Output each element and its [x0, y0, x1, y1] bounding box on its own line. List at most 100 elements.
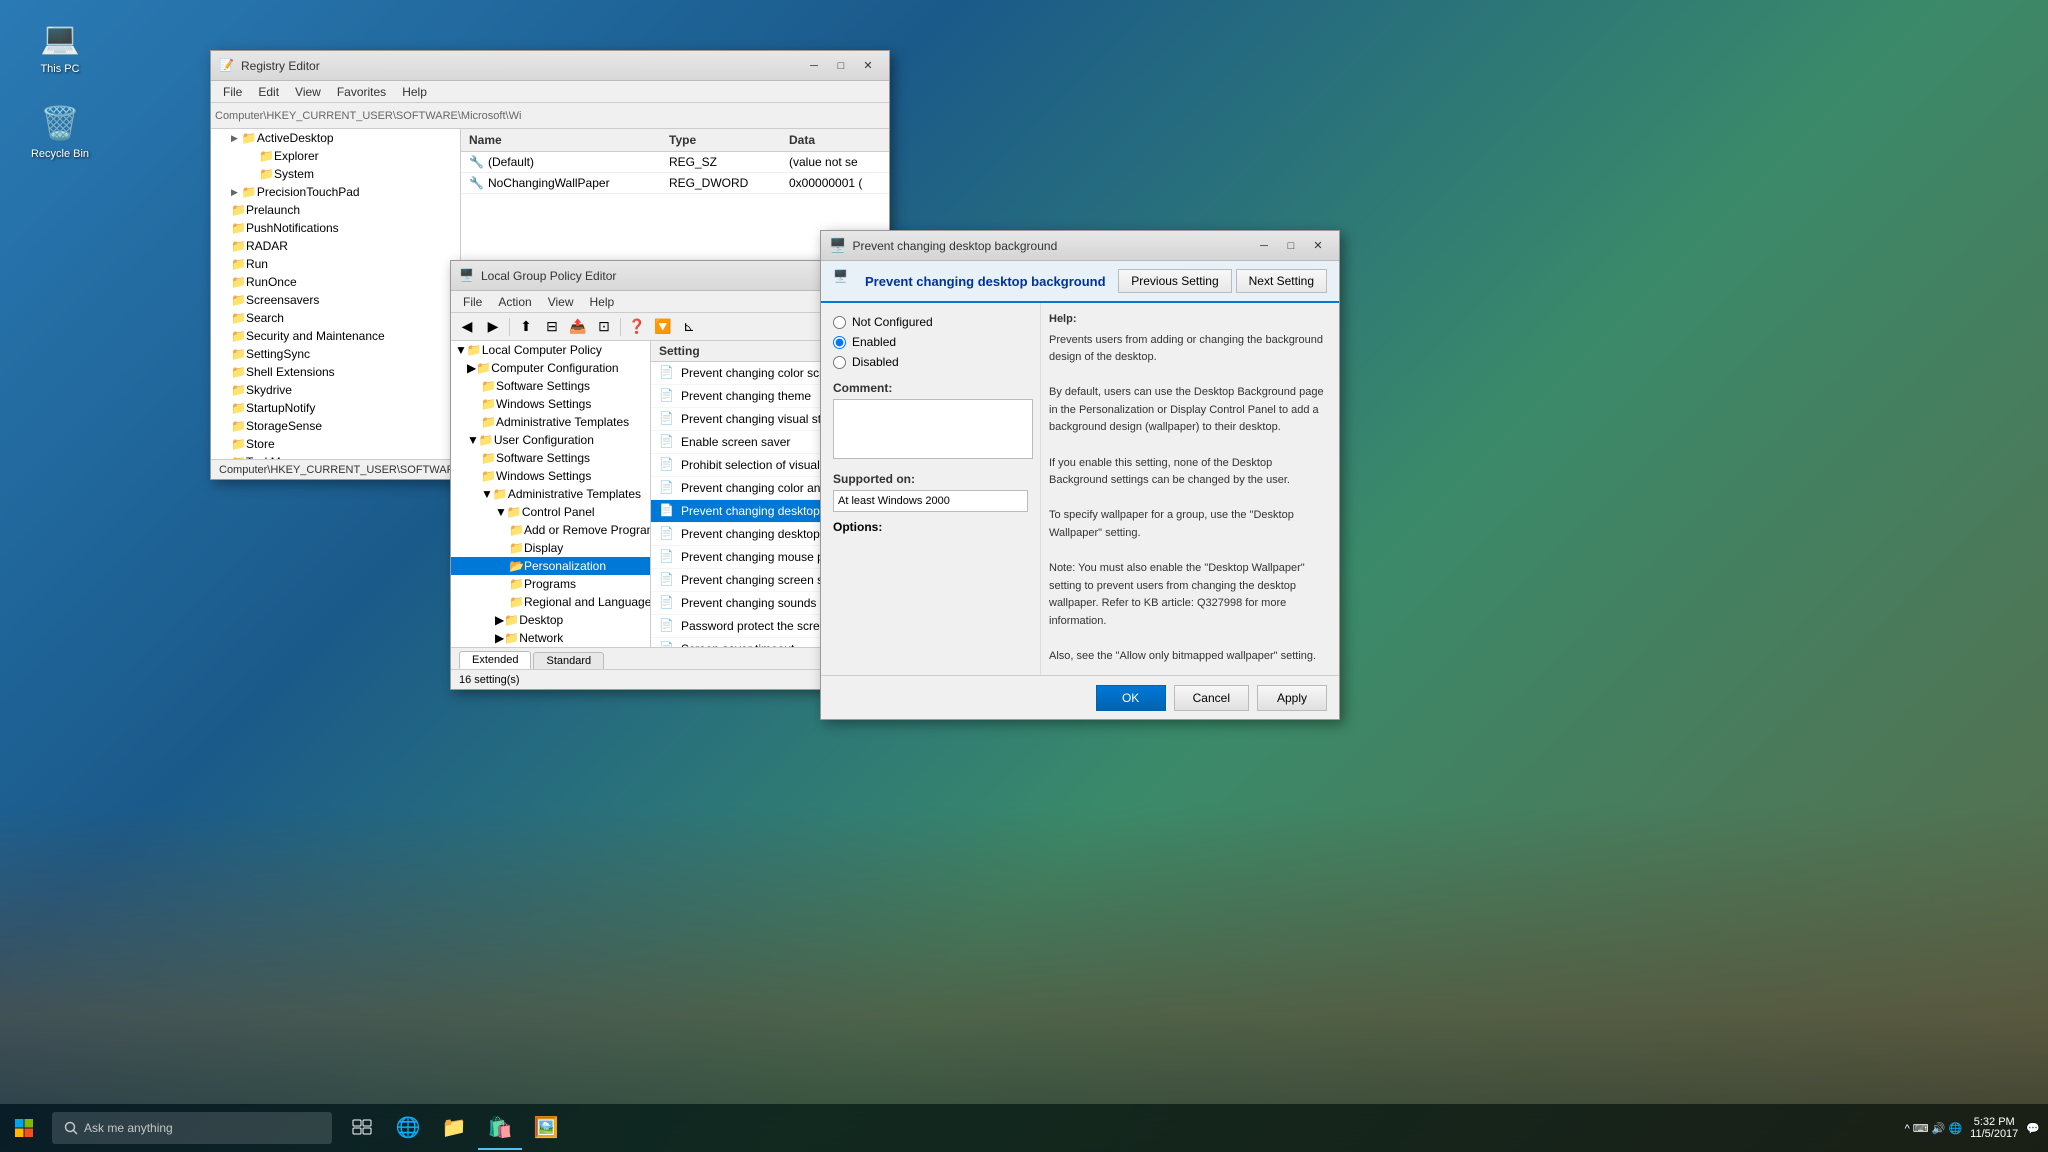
gpe-toolbar-up[interactable]: ⬆: [514, 316, 538, 338]
registry-menu-file[interactable]: File: [215, 83, 250, 101]
registry-menu-help[interactable]: Help: [394, 83, 435, 101]
policy-ok-button[interactable]: OK: [1096, 685, 1166, 711]
gpe-menu-action[interactable]: Action: [490, 293, 539, 311]
reg-tree-item-activedesktop[interactable]: ▶📁 ActiveDesktop: [211, 129, 460, 147]
policy-radio-notconfigured[interactable]: Not Configured: [833, 315, 1028, 329]
gpe-tree-user-admin-templates[interactable]: ▼ 📁 Administrative Templates: [451, 485, 650, 503]
policy-radio-enabled-input[interactable]: [833, 336, 846, 349]
gpe-tree-regional[interactable]: 📁 Regional and Language: [451, 593, 650, 611]
gpe-tree-local-policy[interactable]: ▼ 📁 Local Computer Policy: [451, 341, 650, 359]
policy-dialog-maximize[interactable]: □: [1278, 236, 1304, 256]
policy-radio-notconfigured-input[interactable]: [833, 316, 846, 329]
registry-menu-edit[interactable]: Edit: [250, 83, 287, 101]
policy-comment-input[interactable]: [833, 399, 1033, 459]
reg-tree-item-settingsync[interactable]: 📁 SettingSync: [211, 345, 460, 363]
reg-tree-item-shellextensions[interactable]: 📁 Shell Extensions: [211, 363, 460, 381]
registry-editor-minimize[interactable]: ─: [801, 56, 827, 76]
gpe-toolbar-show-hide[interactable]: ⊟: [540, 316, 564, 338]
desktop-icon-recycle-bin[interactable]: 🗑️ Recycle Bin: [20, 100, 100, 164]
gpe-tree-personalization[interactable]: 📂 Personalization: [451, 557, 650, 575]
taskbar-app-photos[interactable]: 🖼️: [524, 1106, 568, 1150]
taskbar-right: ^ ⌨ 🔊 🌐 5:32 PM 11/5/2017 💬: [1905, 1116, 2048, 1140]
reg-tree-item-precisiontouchpad[interactable]: ▶📁 PrecisionTouchPad: [211, 183, 460, 201]
gpe-setting-icon-7: 📄: [659, 503, 675, 519]
taskbar-start-button[interactable]: [0, 1104, 48, 1152]
policy-apply-button[interactable]: Apply: [1257, 685, 1327, 711]
registry-editor-maximize[interactable]: □: [828, 56, 854, 76]
reg-tree-item-prelaunch[interactable]: 📁 Prelaunch: [211, 201, 460, 219]
taskbar-app-explorer[interactable]: 📁: [432, 1106, 476, 1150]
policy-dialog-nav: Previous Setting Next Setting: [1118, 269, 1327, 293]
gpe-tree-desktop[interactable]: ▶ 📁 Desktop: [451, 611, 650, 629]
policy-radio-enabled[interactable]: Enabled: [833, 335, 1028, 349]
gpe-tab-standard[interactable]: Standard: [533, 652, 604, 669]
gpe-tree-win-settings[interactable]: 📁 Windows Settings: [451, 395, 650, 413]
gpe-tab-extended[interactable]: Extended: [459, 651, 531, 669]
gpe-tree-admin-templates-1[interactable]: 📁 Administrative Templates: [451, 413, 650, 431]
gpe-tree-display[interactable]: 📁 Display: [451, 539, 650, 557]
taskbar-search-bar[interactable]: Ask me anything: [52, 1112, 332, 1144]
policy-supported-label: Supported on:: [833, 472, 1028, 486]
reg-tree-item-storagesense[interactable]: 📁 StorageSense: [211, 417, 460, 435]
taskbar: Ask me anything 🌐 📁 🛍️ 🖼️: [0, 1104, 2048, 1152]
registry-menu-view[interactable]: View: [287, 83, 329, 101]
reg-tree-item-security[interactable]: 📁 Security and Maintenance: [211, 327, 460, 345]
gpe-tree-computer-config[interactable]: ▶ 📁 Computer Configuration: [451, 359, 650, 377]
gpe-tree[interactable]: ▼ 📁 Local Computer Policy ▶ 📁 Computer C…: [451, 341, 651, 647]
registry-tree[interactable]: ▶📁 ActiveDesktop 📁 Explorer 📁 System ▶📁 …: [211, 129, 461, 459]
gpe-setting-label-4: Enable screen saver: [681, 435, 790, 449]
policy-dialog-close[interactable]: ✕: [1305, 236, 1331, 256]
gpe-setting-icon-12: 📄: [659, 618, 675, 634]
gpe-toolbar-filter[interactable]: 🔽: [651, 316, 675, 338]
policy-dialog-titlebar[interactable]: 🖥️ Prevent changing desktop background ─…: [821, 231, 1339, 261]
reg-tree-item-system[interactable]: 📁 System: [211, 165, 460, 183]
policy-comment-label: Comment:: [833, 381, 1028, 395]
reg-tree-item-runonce[interactable]: 📁 RunOnce: [211, 273, 460, 291]
gpe-toolbar-filter2[interactable]: ⊾: [677, 316, 701, 338]
gpe-menu-file[interactable]: File: [455, 293, 490, 311]
gpe-tree-user-config[interactable]: ▼ 📁 User Configuration: [451, 431, 650, 449]
gpe-menu-view[interactable]: View: [540, 293, 582, 311]
gpe-tree-network[interactable]: ▶ 📁 Network: [451, 629, 650, 647]
gpe-tree-add-remove[interactable]: 📁 Add or Remove Programs: [451, 521, 650, 539]
registry-col-name: Name: [461, 131, 661, 149]
registry-menu-favorites[interactable]: Favorites: [329, 83, 394, 101]
reg-tree-item-run[interactable]: 📁 Run: [211, 255, 460, 273]
gpe-toolbar-back[interactable]: ◀: [455, 316, 479, 338]
gpe-tree-programs[interactable]: 📁 Programs: [451, 575, 650, 593]
registry-value-default[interactable]: 🔧(Default) REG_SZ (value not se: [461, 152, 889, 173]
reg-tree-item-skydrive[interactable]: 📁 Skydrive: [211, 381, 460, 399]
gpe-tree-control-panel[interactable]: ▼ 📁 Control Panel: [451, 503, 650, 521]
policy-radio-disabled-input[interactable]: [833, 356, 846, 369]
gpe-toolbar-forward[interactable]: ▶: [481, 316, 505, 338]
reg-tree-item-store[interactable]: 📁 Store: [211, 435, 460, 453]
taskbar-app-edge[interactable]: 🌐: [386, 1106, 430, 1150]
registry-editor-close[interactable]: ✕: [855, 56, 881, 76]
gpe-toolbar-export[interactable]: 📤: [566, 316, 590, 338]
policy-radio-disabled[interactable]: Disabled: [833, 355, 1028, 369]
gpe-setting-icon-9: 📄: [659, 549, 675, 565]
desktop-icon-this-pc[interactable]: 💻 This PC: [20, 15, 100, 79]
gpe-tree-user-sw-settings[interactable]: 📁 Software Settings: [451, 449, 650, 467]
reg-tree-item-explorer[interactable]: 📁 Explorer: [211, 147, 460, 165]
reg-tree-item-pushnotifications[interactable]: 📁 PushNotifications: [211, 219, 460, 237]
policy-cancel-button[interactable]: Cancel: [1174, 685, 1249, 711]
taskbar-app-store[interactable]: 🛍️: [478, 1106, 522, 1150]
reg-tree-item-radar[interactable]: 📁 RADAR: [211, 237, 460, 255]
reg-tree-item-search[interactable]: 📁 Search: [211, 309, 460, 327]
gpe-tree-user-win-settings[interactable]: 📁 Windows Settings: [451, 467, 650, 485]
windows-logo-icon: [14, 1118, 34, 1138]
policy-dialog-minimize[interactable]: ─: [1251, 236, 1277, 256]
reg-tree-item-startupnotify[interactable]: 📁 StartupNotify: [211, 399, 460, 417]
gpe-menu-help[interactable]: Help: [582, 293, 623, 311]
registry-editor-titlebar[interactable]: 📝 Registry Editor ─ □ ✕: [211, 51, 889, 81]
taskbar-action-center[interactable]: 💬: [2026, 1122, 2040, 1135]
taskbar-app-taskview[interactable]: [340, 1106, 384, 1150]
reg-tree-item-screensavers[interactable]: 📁 Screensavers: [211, 291, 460, 309]
registry-value-nochangingwallpaper[interactable]: 🔧NoChangingWallPaper REG_DWORD 0x0000000…: [461, 173, 889, 194]
gpe-tree-sw-settings[interactable]: 📁 Software Settings: [451, 377, 650, 395]
policy-prev-button[interactable]: Previous Setting: [1118, 269, 1231, 293]
gpe-toolbar-properties[interactable]: ⊡: [592, 316, 616, 338]
gpe-toolbar-help[interactable]: ❓: [625, 316, 649, 338]
policy-next-button[interactable]: Next Setting: [1236, 269, 1327, 293]
